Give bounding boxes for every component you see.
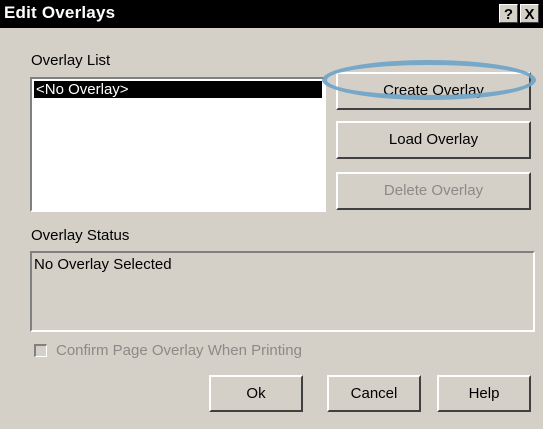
ok-button[interactable]: Ok — [209, 375, 303, 412]
title-bar[interactable]: Edit Overlays ? X — [0, 0, 543, 28]
load-overlay-button[interactable]: Load Overlay — [336, 121, 531, 159]
overlay-list[interactable]: <No Overlay> — [30, 77, 326, 212]
overlay-list-label: Overlay List — [31, 52, 111, 69]
overlay-status-label: Overlay Status — [31, 227, 130, 244]
help-button[interactable]: Help — [437, 375, 531, 412]
window-title: Edit Overlays — [4, 3, 116, 22]
overlay-status-text: No Overlay Selected — [34, 256, 172, 273]
overlay-status-box: No Overlay Selected — [30, 251, 535, 332]
delete-overlay-button[interactable]: Delete Overlay — [336, 172, 531, 210]
list-item-selected[interactable]: <No Overlay> — [34, 81, 322, 98]
create-overlay-button[interactable]: Create Overlay — [336, 72, 531, 110]
confirm-overlay-label: Confirm Page Overlay When Printing — [56, 342, 302, 359]
close-icon: X — [524, 6, 535, 23]
question-mark-icon: ? — [503, 6, 514, 23]
cancel-button[interactable]: Cancel — [327, 375, 421, 412]
confirm-overlay-checkbox[interactable] — [34, 344, 47, 357]
close-button[interactable]: X — [520, 4, 539, 23]
help-title-button[interactable]: ? — [499, 4, 518, 23]
